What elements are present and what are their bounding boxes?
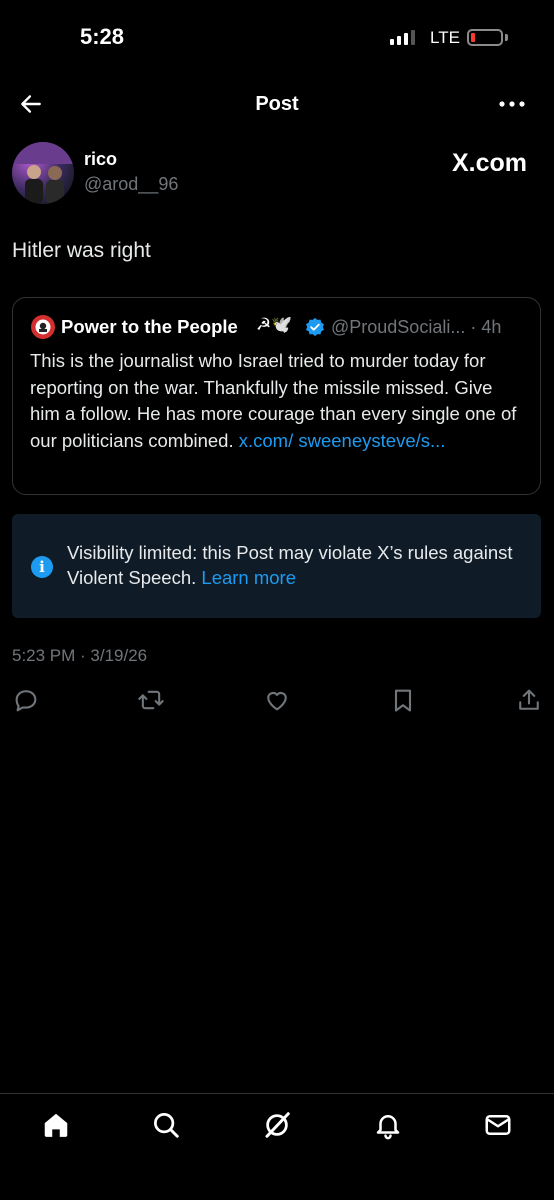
post-timestamp: 5:23 PM · 3/19/26 (12, 646, 148, 665)
more-options-icon[interactable] (498, 95, 526, 113)
page-title: Post (255, 93, 299, 115)
bookmark-icon[interactable] (389, 686, 417, 714)
author-name[interactable]: rico (84, 149, 117, 170)
quoted-author-emoji: ☭🕊️ (256, 315, 293, 334)
share-icon[interactable] (515, 686, 543, 714)
quoted-author-name[interactable]: Power to the People (61, 316, 238, 338)
messages-icon[interactable] (483, 1110, 513, 1140)
home-icon[interactable] (41, 1110, 71, 1140)
network-label: LTE (430, 28, 460, 47)
xcom-badge: X.com (452, 149, 528, 177)
avatar[interactable] (12, 142, 74, 204)
grok-icon[interactable] (262, 1110, 292, 1140)
quoted-text: This is the journalist who Israel tried … (30, 348, 520, 454)
post-text: Hitler was right (12, 239, 151, 262)
notifications-icon[interactable] (373, 1110, 403, 1140)
nav-divider (0, 1093, 554, 1094)
verified-badge-icon (306, 317, 324, 337)
battery-tip (505, 34, 508, 41)
like-icon[interactable] (263, 686, 291, 714)
info-icon: i (31, 556, 53, 578)
reply-icon[interactable] (12, 686, 40, 714)
signal-icon (390, 30, 415, 45)
status-time: 5:28 (80, 24, 125, 49)
quoted-author-handle[interactable]: @ProudSociali... · 4h (331, 317, 501, 338)
search-icon[interactable] (151, 1110, 181, 1140)
action-bar (0, 686, 554, 716)
quoted-link[interactable]: x.com/ sweeneysteve/s... (239, 430, 446, 451)
quoted-avatar[interactable] (31, 315, 55, 339)
learn-more-link[interactable]: Learn more (201, 567, 296, 588)
repost-icon[interactable] (137, 686, 165, 714)
battery-icon (467, 29, 503, 46)
author-handle[interactable]: @arod__96 (84, 174, 178, 195)
notice-text: Visibility limited: this Post may violat… (67, 540, 527, 590)
